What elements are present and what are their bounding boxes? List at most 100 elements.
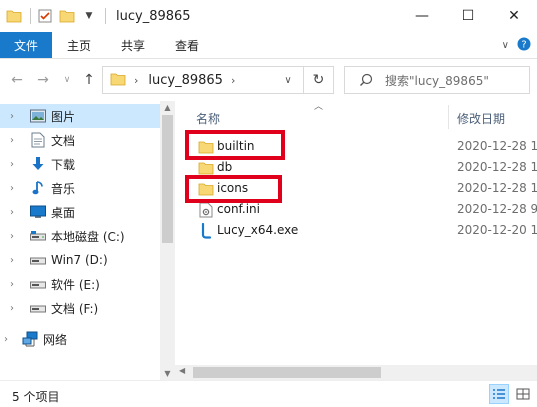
file-name[interactable]: conf.ini [217, 202, 260, 216]
nav-item-label: 桌面 [51, 205, 76, 220]
quick-access-toolbar: ▼ [0, 0, 112, 32]
close-button[interactable]: ✕ [491, 0, 537, 32]
nav-item-drive-f[interactable]: › 文档 (F:) [0, 296, 160, 320]
file-date: 2020-12-28 16:12 [457, 160, 537, 174]
details-view-icon [493, 389, 505, 399]
tab-home[interactable]: 主页 [52, 32, 106, 58]
scrollbar-thumb[interactable] [162, 115, 173, 243]
chevron-down-icon[interactable]: ▼ [81, 8, 97, 24]
breadcrumb-chevron-icon[interactable]: › [231, 74, 235, 87]
nav-item-drive-e[interactable]: › 软件 (E:) [0, 272, 160, 296]
properties-icon[interactable] [37, 8, 53, 24]
address-dropdown-icon[interactable]: ∨ [279, 67, 297, 93]
tab-share[interactable]: 共享 [106, 32, 160, 58]
scroll-down-icon[interactable]: ▼ [160, 369, 175, 378]
scrollbar-thumb[interactable] [193, 367, 381, 378]
details-view-button[interactable] [489, 384, 509, 404]
documents-icon [30, 132, 46, 148]
back-arrow-icon[interactable]: ← [8, 71, 26, 89]
nav-item-network[interactable]: › 网络 [0, 327, 160, 351]
search-input[interactable]: 搜索"lucy_89865" [385, 72, 489, 89]
expand-chevron-icon[interactable]: › [10, 183, 14, 194]
large-icons-view-icon [516, 388, 530, 400]
maximize-button[interactable]: ☐ [445, 0, 491, 32]
scroll-up-icon[interactable]: ▲ [160, 103, 175, 112]
nav-item-desktop[interactable]: › 桌面 [0, 200, 160, 224]
divider [30, 8, 31, 24]
file-name[interactable]: Lucy_x64.exe [217, 223, 298, 237]
breadcrumb-current[interactable]: lucy_89865 [148, 73, 223, 88]
nav-pane-scrollbar[interactable]: ▲ ▼ [160, 101, 175, 380]
minimize-button[interactable]: — [399, 0, 445, 32]
pictures-icon [30, 108, 46, 124]
desktop-icon [30, 204, 46, 220]
window-title: lucy_89865 [116, 8, 191, 24]
folder-icon [198, 160, 214, 176]
forward-arrow-icon[interactable]: → [34, 71, 52, 89]
nav-item-label: 音乐 [51, 181, 76, 196]
file-list-scrollbar[interactable]: ◀ [175, 365, 537, 380]
expand-chevron-icon[interactable]: › [10, 279, 14, 290]
search-box[interactable]: 搜索"lucy_89865" [344, 66, 530, 94]
status-bar: 5 个项目 [0, 380, 537, 407]
nav-item-label: 图片 [51, 109, 76, 124]
scroll-left-icon[interactable]: ◀ [179, 366, 185, 375]
ini-file-icon [198, 202, 214, 218]
network-icon [22, 331, 38, 347]
new-folder-icon[interactable] [59, 8, 75, 24]
nav-item-pictures[interactable]: › 图片 [0, 104, 160, 128]
exe-file-icon [198, 223, 214, 239]
column-divider[interactable] [448, 105, 449, 129]
navigation-bar: ← → ∨ ↑ › lucy_89865 › ∨ ↻ 搜索"lucy_89865… [0, 59, 537, 101]
nav-item-label: 软件 (E:) [51, 277, 100, 292]
view-switcher [489, 384, 533, 404]
folder-icon[interactable] [6, 8, 22, 24]
file-date: 2020-12-28 9:30 [457, 202, 537, 216]
recent-locations-chevron-icon[interactable]: ∨ [58, 71, 76, 89]
file-date: 2020-12-28 16:12 [457, 139, 537, 153]
file-name[interactable]: db [217, 160, 232, 174]
expand-chevron-icon[interactable]: › [4, 334, 8, 345]
large-icons-view-button[interactable] [513, 384, 533, 404]
nav-item-music[interactable]: › 音乐 [0, 176, 160, 200]
expand-chevron-icon[interactable]: › [10, 135, 14, 146]
drive-icon [30, 228, 46, 244]
folder-icon [110, 72, 126, 89]
title-bar: ▼ lucy_89865 — ☐ ✕ [0, 0, 537, 32]
expand-chevron-icon[interactable]: › [10, 207, 14, 218]
expand-chevron-icon[interactable]: › [10, 159, 14, 170]
nav-item-drive-d[interactable]: › Win7 (D:) [0, 248, 160, 272]
highlight-box-icons [185, 175, 282, 203]
expand-chevron-icon[interactable]: › [10, 255, 14, 266]
sort-ascending-icon: ︿ [314, 102, 324, 112]
file-date: 2020-12-20 19:40 [457, 223, 537, 237]
drive-icon [30, 252, 46, 268]
divider [105, 8, 106, 24]
nav-item-label: 下载 [51, 157, 76, 172]
up-arrow-icon[interactable]: ↑ [80, 71, 98, 89]
nav-item-downloads[interactable]: › 下载 [0, 152, 160, 176]
highlight-box-builtin [185, 130, 285, 160]
breadcrumb-chevron-icon[interactable]: › [134, 74, 138, 87]
drive-icon [30, 276, 46, 292]
tab-view[interactable]: 查看 [160, 32, 214, 58]
nav-item-label: Win7 (D:) [51, 253, 108, 267]
downloads-icon [30, 156, 46, 172]
address-bar[interactable]: › lucy_89865 › ∨ ↻ [102, 66, 334, 94]
column-header-name[interactable]: 名称 [196, 110, 220, 127]
nav-item-drive-c[interactable]: › 本地磁盘 (C:) [0, 224, 160, 248]
expand-chevron-icon[interactable]: › [10, 303, 14, 314]
ribbon-tabs: 文件 主页 共享 查看 ∨ ? [0, 32, 537, 59]
expand-chevron-icon[interactable]: › [10, 231, 14, 242]
refresh-icon[interactable]: ↻ [303, 67, 333, 93]
expand-chevron-icon[interactable]: › [10, 111, 14, 122]
help-icon[interactable]: ? [517, 37, 531, 54]
nav-item-label: 网络 [43, 332, 68, 347]
ribbon-right-controls: ∨ ? [502, 32, 531, 59]
nav-item-documents[interactable]: › 文档 [0, 128, 160, 152]
search-icon [360, 73, 373, 86]
expand-ribbon-icon[interactable]: ∨ [502, 40, 509, 51]
file-row-lucy-exe[interactable]: Lucy_x64.exe 2020-12-20 19:40 [175, 220, 537, 241]
tab-file[interactable]: 文件 [0, 32, 53, 58]
column-header-modified[interactable]: 修改日期 [457, 110, 505, 127]
